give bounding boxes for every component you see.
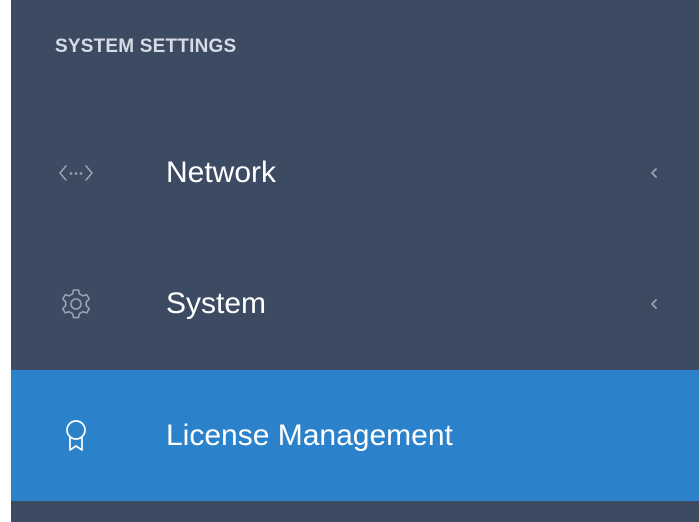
sidebar-item-label: Network (166, 156, 277, 189)
sidebar-item-label: System (166, 287, 267, 320)
code-brackets-icon (58, 155, 94, 191)
sidebar-menu: SYSTEM SETTINGS Network System License M… (11, 0, 699, 522)
sidebar-item-system[interactable]: System (11, 239, 699, 369)
chevron-left-icon (647, 296, 661, 312)
section-header-system-settings: SYSTEM SETTINGS (55, 36, 237, 57)
award-ribbon-icon (58, 418, 94, 454)
sidebar-item-network[interactable]: Network (11, 108, 699, 238)
chevron-left-icon (647, 165, 661, 181)
sidebar-item-label: License Management (166, 418, 453, 452)
sidebar-item-license-management[interactable]: License Management (11, 370, 699, 501)
gear-icon (58, 286, 94, 322)
sidebar-footer-strip (11, 501, 699, 522)
